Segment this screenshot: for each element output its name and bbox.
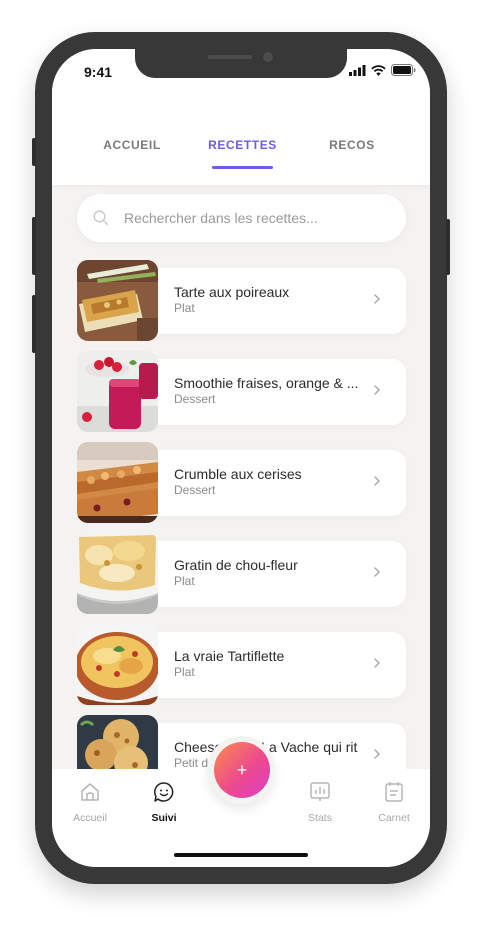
signal-icon [349,65,366,76]
recipe-card[interactable]: Smoothie fraises, orange & ... Dessert [77,351,406,432]
active-tab-indicator [212,166,273,169]
add-button[interactable]: + [214,742,270,798]
chevron-right-icon [374,567,380,577]
mute-switch [32,138,36,166]
volume-up-button [32,217,36,275]
plus-icon: + [236,760,248,780]
recipe-card[interactable]: Crumble aux cerises Dessert [77,442,406,523]
speaker [208,55,252,59]
nav-accueil[interactable]: Accueil [60,781,120,824]
chevron-right-icon [374,658,380,668]
nav-label: Stats [308,812,332,824]
search-icon [93,210,109,226]
cauliflower-gratin-photo [77,533,158,614]
nav-label: Accueil [73,812,107,824]
nav-label: Carnet [378,812,410,824]
recipe-category: Plat [174,665,195,679]
recipe-title: Crumble aux cerises [174,466,302,482]
search-bar[interactable] [77,194,406,242]
chat-icon [154,782,174,802]
camera [263,52,273,62]
recipe-category: Dessert [174,392,216,406]
screen: 9:41 ACCUEIL RECETTES RECOS Rechercher d… [52,49,430,867]
volume-down-button [32,295,36,353]
strawberry-smoothie-photo [77,351,158,432]
notebook-icon [385,782,403,802]
recipe-category: Plat [174,574,195,588]
chevron-right-icon [374,294,380,304]
nav-suivi[interactable]: Suivi [134,781,194,824]
chevron-right-icon [374,385,380,395]
cherry-crumble-photo [77,442,158,523]
status-time: 9:41 [84,64,113,80]
tartiflette-photo [77,624,158,705]
header: 9:41 ACCUEIL RECETTES RECOS [52,49,430,185]
recipe-card[interactable]: Gratin de chou-fleur Plat [77,533,406,614]
nav-carnet[interactable]: Carnet [364,781,424,824]
phone-frame: 9:41 ACCUEIL RECETTES RECOS Rechercher d… [32,32,450,884]
chevron-right-icon [374,749,380,759]
bottom-nav: + Accueil Suivi Stats Carnet [52,736,430,867]
tab-recos[interactable]: RECOS [322,138,382,152]
home-indicator [174,853,308,857]
notch [135,49,347,78]
search-input[interactable] [124,194,394,242]
recipe-title: Tarte aux poireaux [174,284,290,300]
power-button [446,219,450,275]
nav-stats[interactable]: Stats [290,781,350,824]
recipe-category: Plat [174,301,195,315]
recipe-title: La vraie Tartiflette [174,648,285,664]
recipe-title: Gratin de chou-fleur [174,557,298,573]
wifi-icon [371,65,386,76]
recipe-title: Smoothie fraises, orange & ... [174,375,359,391]
recipe-card[interactable]: Tarte aux poireaux Plat [77,260,406,341]
stats-icon [310,782,330,801]
tab-recettes[interactable]: RECETTES [202,138,283,152]
tab-accueil[interactable]: ACCUEIL [102,138,162,152]
home-icon [81,783,99,801]
nav-label: Suivi [151,812,177,824]
recipe-card[interactable]: La vraie Tartiflette Plat [77,624,406,705]
chevron-right-icon [374,476,380,486]
battery-icon [391,64,416,76]
leek-tart-photo [77,260,158,341]
recipe-category: Dessert [174,483,216,497]
status-icons [349,64,416,76]
